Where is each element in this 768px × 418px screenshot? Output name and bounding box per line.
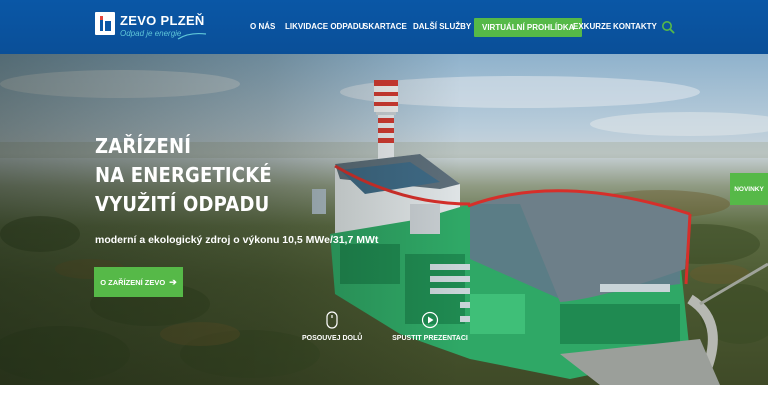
hero-title-line: NA ENERGETICKÉ (95, 163, 272, 187)
mouse-icon (326, 311, 338, 329)
start-presentation-label: SPUSTIT PREZENTACI (392, 335, 468, 342)
about-zevo-button-label: O ZAŘÍZENÍ ZEVO (100, 277, 166, 287)
logo-mark-icon (95, 12, 115, 35)
arrow-right-icon: ➔ (169, 276, 177, 287)
scroll-down-label: POSOUVEJ DOLŮ (302, 335, 363, 342)
hero-title-line: ZAŘÍZENÍ (95, 134, 192, 158)
nav-item-o-nas[interactable]: O NÁS (250, 17, 275, 37)
about-zevo-button[interactable]: O ZAŘÍZENÍ ZEVO ➔ (94, 267, 183, 297)
site-header: ZEVO PLZEŇ Odpad je energie O NÁS LIKVID… (0, 0, 768, 54)
hero-title-line: VYUŽITÍ ODPADU (95, 192, 270, 216)
nav-item-kontakty[interactable]: KONTAKTY (613, 17, 657, 37)
page: ZEVO PLZEŇ Odpad je energie O NÁS LIKVID… (0, 0, 768, 418)
play-circle-icon (421, 311, 439, 329)
content-area-below-hero (0, 385, 768, 418)
nav-item-likvidace-odpadu[interactable]: LIKVIDACE ODPADU (285, 17, 364, 37)
site-logo[interactable]: ZEVO PLZEŇ Odpad je energie (95, 12, 215, 42)
nav-item-skartace[interactable]: SKARTACE (363, 17, 407, 37)
nav-item-virtualni-prohlidka[interactable]: VIRTUÁLNÍ PROHLÍDKA (474, 18, 583, 37)
logo-name: ZEVO PLZEŇ (120, 13, 205, 28)
hero-banner: ZAŘÍZENÍ NA ENERGETICKÉ VYUŽITÍ ODPADU m… (0, 54, 768, 385)
start-presentation-button[interactable]: SPUSTIT PREZENTACI (392, 311, 468, 351)
nav-item-dalsi-sluzby[interactable]: DALŠÍ SLUŽBY (413, 17, 471, 37)
hero-subtitle: moderní a ekologický zdroj o výkonu 10,5… (95, 234, 379, 246)
logo-tagline: Odpad je energie (120, 29, 182, 38)
scroll-down-button[interactable]: POSOUVEJ DOLŮ (302, 311, 362, 351)
nav-item-exkurze[interactable]: EXKURZE (573, 17, 611, 37)
hero-title: ZAŘÍZENÍ NA ENERGETICKÉ VYUŽITÍ ODPADU (95, 132, 355, 219)
hero-shade-overlay (0, 54, 768, 385)
logo-swoosh-icon (177, 32, 207, 40)
search-icon[interactable] (661, 20, 675, 34)
news-side-tab[interactable]: NOVINKY (730, 173, 768, 205)
